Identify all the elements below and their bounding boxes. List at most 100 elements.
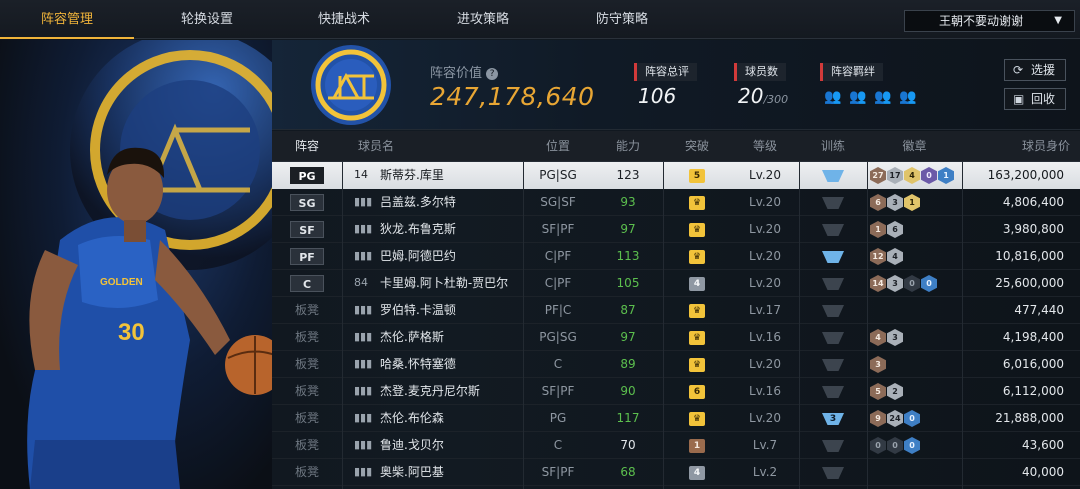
badge-list[interactable]: 12 4 bbox=[870, 248, 904, 265]
breakthrough-badge: ♛ bbox=[689, 331, 705, 345]
badge-hex: 3 bbox=[870, 356, 886, 373]
tab-lineup[interactable]: 阵容管理 bbox=[0, 0, 134, 39]
badge-list[interactable]: 14 3 0 0 bbox=[870, 275, 938, 292]
recycle-button[interactable]: ▣ 回收 bbox=[1004, 88, 1066, 110]
col-position[interactable]: 位置 bbox=[523, 131, 593, 162]
table-row[interactable]: 板凳 ▮▮▮ 鲁迪.戈贝尔 C 70 1 Lv.7 0 0 0 43,600 bbox=[272, 432, 1080, 459]
pick-button[interactable]: ⟳ 选援 bbox=[1004, 59, 1066, 81]
training-icon[interactable] bbox=[822, 305, 844, 317]
badge-hex: 6 bbox=[887, 221, 903, 238]
training-icon[interactable]: 3 bbox=[822, 413, 844, 425]
player-position: SF|PF bbox=[541, 222, 575, 236]
table-row[interactable]: 板凳 ▮▮▮ 哈桑.怀特塞德 C 89 ♛ Lv.20 3 6,016,000 bbox=[272, 351, 1080, 378]
player-name[interactable]: 鲁迪.戈贝尔 bbox=[380, 432, 444, 459]
stats-icon: ▮▮▮ bbox=[354, 465, 373, 478]
badge-list[interactable]: 16 bbox=[870, 221, 904, 238]
player-rating: 97 bbox=[620, 222, 636, 236]
chemistry-icons[interactable]: 👥 👥 👥 👥 bbox=[824, 86, 919, 105]
player-name[interactable]: 吕盖兹.多尔特 bbox=[380, 189, 456, 216]
training-icon[interactable] bbox=[822, 278, 844, 290]
table-row[interactable]: PF ▮▮▮ 巴姆.阿德巴约 C|PF 113 ♛ Lv.20 12 4 10,816,000 bbox=[272, 243, 1080, 270]
training-icon[interactable] bbox=[822, 332, 844, 344]
player-name[interactable]: 卡里姆.阿卜杜勒-贾巴尔 bbox=[380, 270, 508, 297]
table-row[interactable]: PG 14 斯蒂芬.库里 PG|SG 123 5 Lv.20 27 17 4 0 1 163,200,0… bbox=[272, 162, 1080, 189]
player-position: C bbox=[553, 357, 563, 371]
table-row[interactable]: 板凳 ▮▮▮ 罗伯特.卡温顿 PF|C 87 ♛ Lv.17 477,440 bbox=[272, 297, 1080, 324]
player-name[interactable]: 巴姆.阿德巴约 bbox=[380, 243, 456, 270]
player-rating: 97 bbox=[620, 330, 636, 344]
badge-list[interactable]: 52 bbox=[870, 383, 904, 400]
badge-list[interactable]: 3 bbox=[870, 356, 887, 373]
breakthrough-badge: ♛ bbox=[689, 250, 705, 264]
player-name[interactable]: 杰伦.布伦森 bbox=[380, 405, 444, 432]
help-icon[interactable]: ? bbox=[486, 67, 499, 80]
player-salary: 4,806,400 bbox=[1002, 195, 1064, 209]
tab-defense[interactable]: 防守策略 bbox=[553, 0, 691, 39]
team-select[interactable]: 王朝不要动谢谢 ▼ bbox=[904, 10, 1075, 32]
table-row[interactable]: 板凳 ▮▮▮ 杰伦.布伦森 PG 117 ♛ Lv.20 3 9 24 0 21,888,000 bbox=[272, 405, 1080, 432]
player-position: PG|SG bbox=[539, 168, 577, 182]
player-name[interactable]: 斯蒂芬.库里 bbox=[380, 162, 444, 189]
col-breakthrough[interactable]: 突破 bbox=[663, 131, 731, 162]
table-row[interactable]: SG ▮▮▮ 吕盖兹.多尔特 SG|SF 93 ♛ Lv.20 6 3 1 4,806,400 bbox=[272, 189, 1080, 216]
col-badges[interactable]: 徽章 bbox=[867, 131, 962, 162]
player-name[interactable]: 罗伯特.卡温顿 bbox=[380, 297, 456, 324]
training-icon[interactable] bbox=[822, 467, 844, 479]
jersey-number: 84 bbox=[354, 276, 368, 289]
team-logo bbox=[311, 45, 391, 125]
player-count-max: /300 bbox=[763, 93, 789, 106]
player-level: Lv.20 bbox=[749, 195, 781, 209]
col-salary[interactable]: 球员身价 bbox=[962, 131, 1070, 162]
badge-hex: 4 bbox=[904, 167, 920, 184]
badge-hex: 0 bbox=[887, 437, 903, 454]
breakthrough-badge: 4 bbox=[689, 466, 705, 480]
player-position: SG|SF bbox=[540, 195, 576, 209]
training-icon[interactable] bbox=[822, 251, 844, 263]
player-count: 20 bbox=[738, 84, 764, 108]
tab-offense[interactable]: 进攻策略 bbox=[414, 0, 552, 39]
badge-hex: 4 bbox=[887, 248, 903, 265]
col-training[interactable]: 训练 bbox=[799, 131, 867, 162]
table-row[interactable]: C 84 卡里姆.阿卜杜勒-贾巴尔 C|PF 105 4 Lv.20 14 3 0 0 25,600,… bbox=[272, 270, 1080, 297]
col-rating[interactable]: 能力 bbox=[593, 131, 663, 162]
slot-bench: 板凳 bbox=[294, 438, 319, 452]
svg-text:30: 30 bbox=[118, 319, 145, 346]
col-slot[interactable]: 阵容 bbox=[290, 131, 324, 162]
badge-list[interactable]: 000 bbox=[870, 437, 921, 454]
chemistry-icon-2: 👥 bbox=[849, 89, 867, 105]
training-icon[interactable] bbox=[822, 224, 844, 236]
stats-icon: ▮▮▮ bbox=[354, 249, 373, 262]
badge-list[interactable]: 9 24 0 bbox=[870, 410, 921, 427]
col-name[interactable]: 球员名 bbox=[356, 131, 396, 162]
breakthrough-badge: ♛ bbox=[689, 358, 705, 372]
player-rating: 90 bbox=[620, 384, 636, 398]
badge-hex: 2 bbox=[887, 383, 903, 400]
badge-hex: 0 bbox=[904, 437, 920, 454]
badge-list[interactable]: 43 bbox=[870, 329, 904, 346]
training-icon[interactable] bbox=[822, 359, 844, 371]
refresh-icon: ⟳ bbox=[1013, 63, 1024, 77]
tab-quick-tactics[interactable]: 快捷战术 bbox=[276, 0, 412, 39]
training-icon[interactable] bbox=[822, 440, 844, 452]
table-row[interactable]: 板凳 ▮▮▮ 杰登.麦克丹尼尔斯 SF|PF 90 6 Lv.16 5 2 6,112,000 bbox=[272, 378, 1080, 405]
roster-table-header: 阵容 球员名 位置 能力 突破 等级 训练 徽章 球员身价 bbox=[272, 131, 1080, 162]
player-name[interactable]: 杰登.麦克丹尼尔斯 bbox=[380, 378, 480, 405]
player-name[interactable]: 奥柴.阿巴基 bbox=[380, 459, 444, 486]
table-row[interactable]: 板凳 ▮▮▮ 杰伦.萨格斯 PG|SG 97 ♛ Lv.16 4 3 4,198,400 bbox=[272, 324, 1080, 351]
training-icon[interactable] bbox=[822, 197, 844, 209]
badge-list[interactable]: 631 bbox=[870, 194, 921, 211]
training-icon[interactable] bbox=[822, 170, 844, 182]
col-level[interactable]: 等级 bbox=[731, 131, 799, 162]
table-row[interactable]: SF ▮▮▮ 狄龙.布鲁克斯 SF|PF 97 ♛ Lv.20 1 6 3,980,800 bbox=[272, 216, 1080, 243]
player-name[interactable]: 狄龙.布鲁克斯 bbox=[380, 216, 456, 243]
training-icon[interactable] bbox=[822, 386, 844, 398]
table-row[interactable]: 板凳 ▮▮▮ 奥柴.阿巴基 SF|PF 68 4 Lv.2 40,000 bbox=[272, 459, 1080, 486]
tab-rotation[interactable]: 轮换设置 bbox=[140, 0, 274, 39]
badge-list[interactable]: 27 17 4 0 1 bbox=[870, 167, 955, 184]
player-name[interactable]: 哈桑.怀特塞德 bbox=[380, 351, 456, 378]
col-divider bbox=[342, 162, 343, 489]
slot-bench: 板凳 bbox=[294, 330, 319, 344]
player-name[interactable]: 杰伦.萨格斯 bbox=[380, 324, 444, 351]
lineup-value-label-text: 阵容价值 bbox=[430, 66, 483, 81]
player-position: PG|SG bbox=[539, 330, 577, 344]
